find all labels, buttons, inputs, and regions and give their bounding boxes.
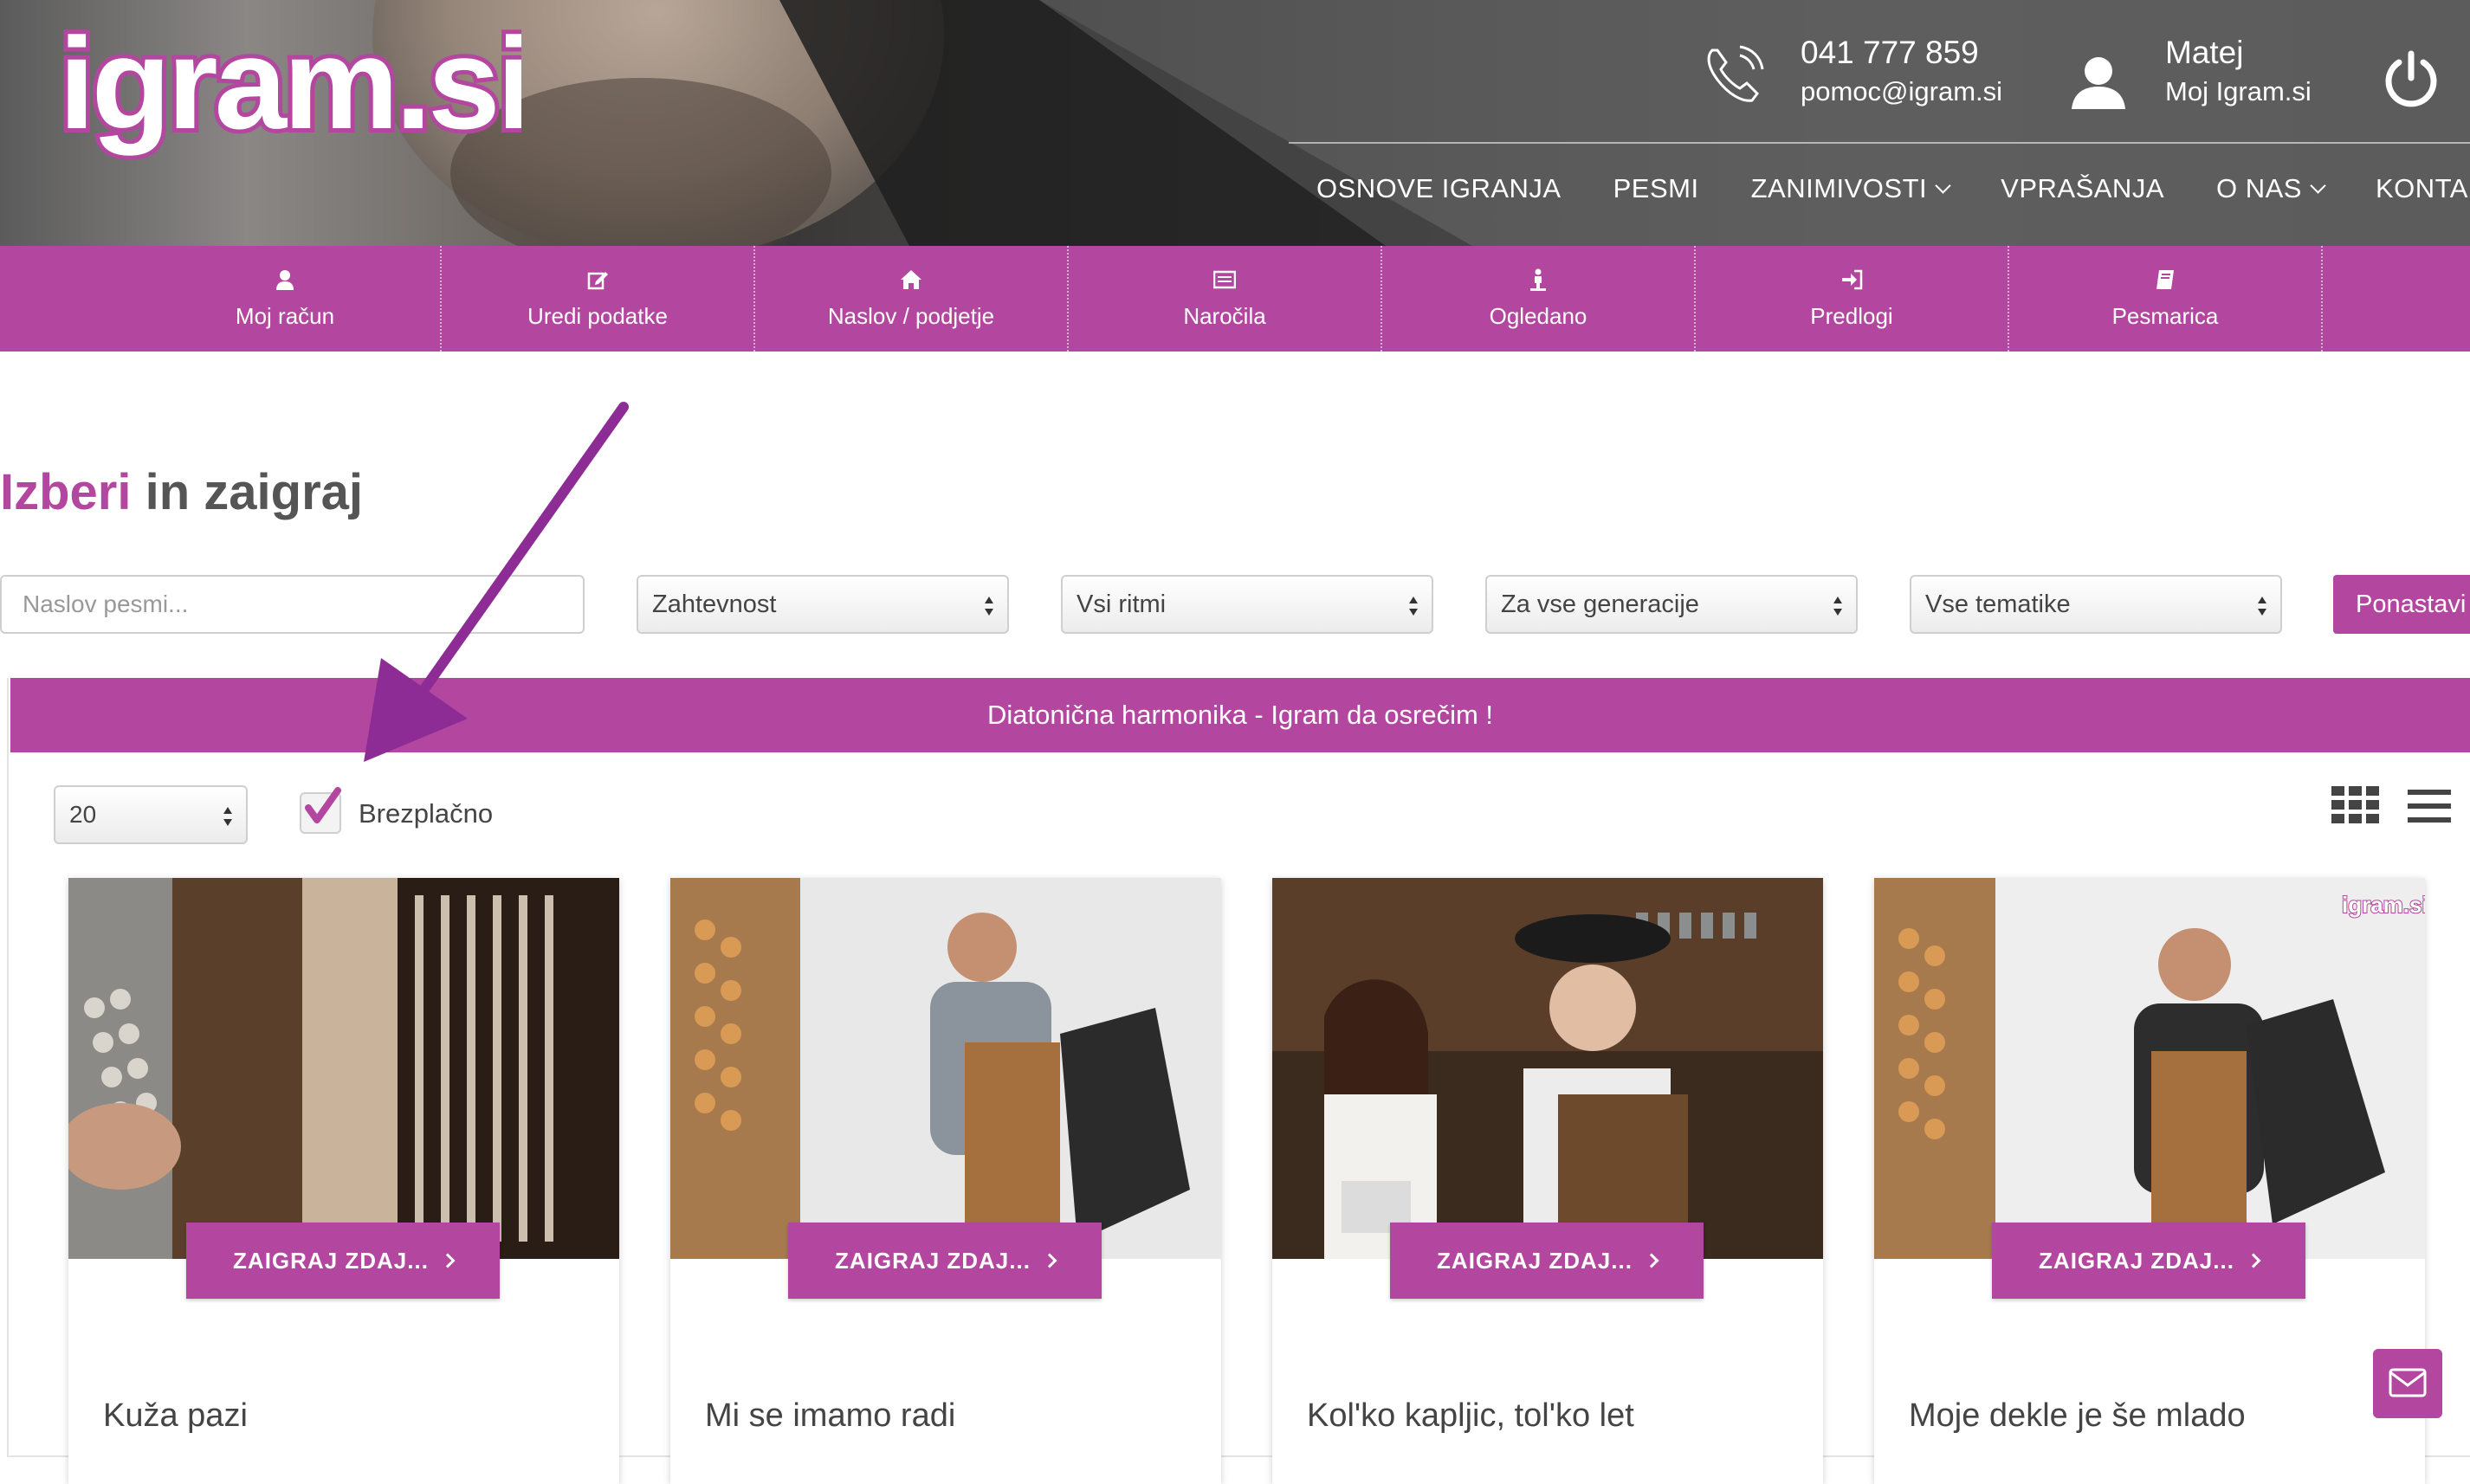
account-toolbar: Moj račun Uredi podatke Naslov / podjetj… [0,246,2470,352]
theme-select[interactable]: Vse tematike [1910,575,2282,634]
account-tab-ogledano[interactable]: Ogledano [1382,246,1696,352]
generation-select[interactable]: Za vse generacije [1485,575,1858,634]
svg-text:igram.si: igram.si [59,16,521,156]
page-title-accent: Izberi [0,464,132,520]
free-only-label[interactable]: Brezplačno [359,798,493,829]
chevron-down-icon [2310,177,2326,194]
select-arrows-icon [985,597,993,616]
list-icon [1213,270,1236,288]
song-card[interactable]: ZAIGRAJ ZDAJ... Kuža pazi [68,878,619,1484]
svg-text:igram.si: igram.si [2342,892,2425,918]
person-standing-icon [1530,268,1546,291]
select-arrows-icon [1833,597,1842,616]
account-tab-moj-racun[interactable]: Moj račun [0,246,442,352]
chevron-right-icon [1042,1253,1057,1268]
nav-zanimivosti[interactable]: ZANIMIVOSTI [1751,173,1951,204]
per-page-select[interactable]: 20 [54,785,248,844]
reset-filters-button[interactable]: Ponastavi [2333,575,2470,634]
nav-pesmi[interactable]: PESMI [1613,173,1699,204]
page-title: Izberi in zaigraj [0,463,363,521]
song-title[interactable]: Kuža pazi [103,1397,248,1435]
user-name: Matej [2165,35,2244,70]
grid-view-icon[interactable] [2331,786,2380,824]
book-icon [2156,269,2174,289]
chevron-down-icon [1935,177,1951,194]
rhythm-select[interactable]: Vsi ritmi [1061,575,1433,634]
nav-kontakt[interactable]: KONTAKT [2376,173,2470,204]
account-tab-predlogi[interactable]: Predlogi [1696,246,2009,352]
user-icon [2072,57,2125,109]
song-card[interactable]: ZAIGRAJ ZDAJ... Kol'ko kapljic, tol'ko l… [1272,878,1823,1484]
free-only-checkbox[interactable] [300,787,341,834]
song-thumbnail[interactable] [670,878,1221,1259]
my-account-link[interactable]: Moj Igram.si [2165,76,2312,107]
song-thumbnail[interactable]: igram.si [1874,878,2425,1259]
song-thumbnail[interactable] [1272,878,1823,1259]
nav-vprasanja[interactable]: VPRAŠANJA [2001,173,2164,204]
song-thumbnail[interactable] [68,878,619,1259]
chevron-right-icon [440,1253,456,1268]
select-arrows-icon [1409,597,1418,616]
nav-osnove-igranja[interactable]: OSNOVE IGRANJA [1316,173,1562,204]
song-card[interactable]: ZAIGRAJ ZDAJ... Mi se imamo radi [670,878,1221,1484]
annotation-arrow [364,402,629,762]
chevron-right-icon [2246,1253,2261,1268]
play-now-button[interactable]: ZAIGRAJ ZDAJ... [1992,1223,2305,1299]
select-arrows-icon [2258,597,2266,616]
song-card[interactable]: igram.si ZAIGRAJ ZDAJ... Moje dekle je š… [1874,878,2425,1484]
account-tab-uredi-podatke[interactable]: Uredi podatke [442,246,755,352]
song-title[interactable]: Moje dekle je še mlado [1909,1397,2246,1435]
support-email[interactable]: pomoc@igram.si [1801,76,2002,107]
account-tab-naslov[interactable]: Naslov / podjetje [755,246,1069,352]
play-now-button[interactable]: ZAIGRAJ ZDAJ... [1390,1223,1704,1299]
checkmark-icon [305,787,341,823]
envelope-icon [2389,1368,2427,1397]
edit-icon [587,271,608,289]
select-arrows-icon [223,807,232,826]
user-icon [276,269,294,290]
contact-message-button[interactable] [2373,1349,2442,1418]
play-now-button[interactable]: ZAIGRAJ ZDAJ... [788,1223,1102,1299]
play-now-button[interactable]: ZAIGRAJ ZDAJ... [186,1223,500,1299]
page-title-rest: in zaigraj [131,464,364,520]
song-title[interactable]: Kol'ko kapljic, tol'ko let [1307,1397,1634,1435]
site-header: igram.si 041 777 859 pomoc@igram.si Mate… [0,0,2470,246]
phone-number[interactable]: 041 777 859 [1801,35,1979,71]
song-title[interactable]: Mi se imamo radi [705,1397,955,1435]
phone-icon [1707,45,1764,102]
list-view-icon[interactable] [2408,788,2451,824]
nav-o-nas[interactable]: O NAS [2216,173,2326,204]
main-navigation: OSNOVE IGRANJA PESMI ZANIMIVOSTI VPRAŠAN… [1299,173,2470,204]
sign-in-icon [1842,269,1863,289]
difficulty-select[interactable]: Zahtevnost [637,575,1009,634]
home-icon [901,269,921,289]
site-logo[interactable]: igram.si [54,16,521,180]
nav-divider [1289,142,2470,144]
account-tab-pesmarica[interactable]: Pesmarica [2009,246,2323,352]
account-tab-narocila[interactable]: Naročila [1069,246,1382,352]
chevron-right-icon [1644,1253,1659,1268]
logout-icon[interactable] [2383,50,2439,111]
